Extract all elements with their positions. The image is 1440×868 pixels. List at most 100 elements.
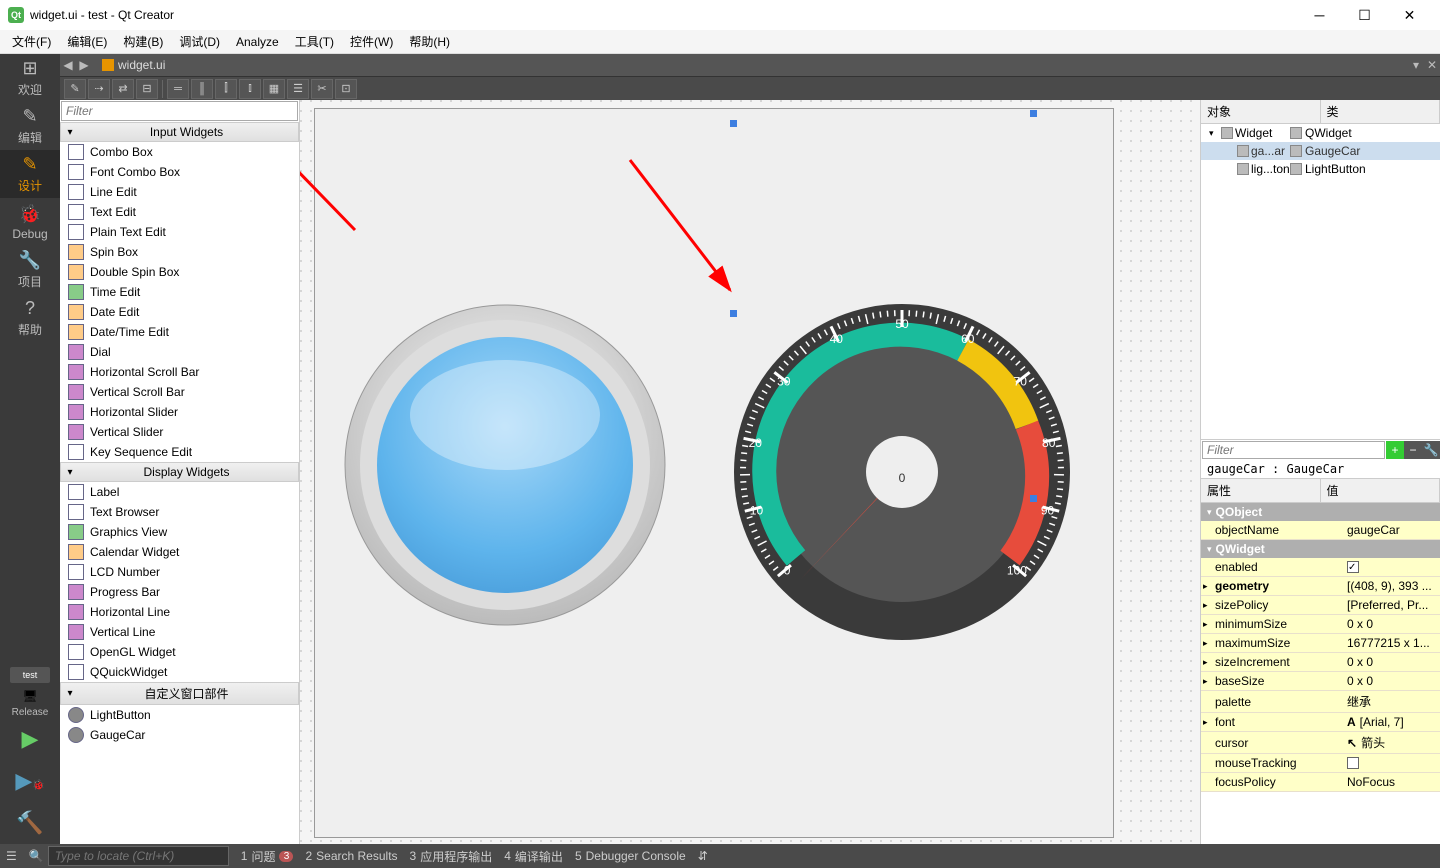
tab-widget-ui[interactable]: widget.ui — [92, 56, 175, 74]
maximize-button[interactable]: ☐ — [1342, 0, 1387, 30]
widgetbox-group-header[interactable]: ▾自定义窗口部件 — [60, 682, 299, 705]
widgetbox-item[interactable]: Graphics View — [60, 522, 299, 542]
widgetbox-item[interactable]: Font Combo Box — [60, 162, 299, 182]
target-badge[interactable]: test — [10, 667, 50, 683]
widgetbox-item[interactable]: Key Sequence Edit — [60, 442, 299, 462]
lightbutton-widget[interactable] — [340, 300, 670, 630]
break-button[interactable]: ✂ — [311, 79, 333, 99]
hsplit-button[interactable]: ⫿ — [215, 79, 237, 99]
grid-button[interactable]: ▦ — [263, 79, 285, 99]
status-pane-3[interactable]: 3 应用程序输出 — [410, 848, 493, 865]
widgetbox-item[interactable]: Vertical Slider — [60, 422, 299, 442]
widgetbox-item[interactable]: Line Edit — [60, 182, 299, 202]
property-row[interactable]: objectNamegaugeCar — [1201, 521, 1440, 540]
widgetbox-item[interactable]: Spin Box — [60, 242, 299, 262]
widgetbox-group-header[interactable]: ▾Input Widgets — [60, 122, 299, 142]
menu-widgets[interactable]: 控件(W) — [342, 30, 401, 53]
edit-buddies-button[interactable]: ⇄ — [112, 79, 134, 99]
run-button[interactable]: ▶ — [0, 718, 60, 760]
mode-Debug[interactable]: 🐞Debug — [0, 198, 60, 246]
object-row[interactable]: ga...arGaugeCar — [1201, 142, 1440, 160]
menu-tools[interactable]: 工具(T) — [287, 30, 342, 53]
widgetbox-item[interactable]: LCD Number — [60, 562, 299, 582]
object-row[interactable]: ▾WidgetQWidget — [1201, 124, 1440, 142]
close-button[interactable]: ✕ — [1387, 0, 1432, 30]
status-pane-2[interactable]: 2 Search Results — [305, 848, 397, 865]
vsplit-button[interactable]: ⫾ — [239, 79, 261, 99]
widgetbox-item[interactable]: OpenGL Widget — [60, 642, 299, 662]
widgetbox-item[interactable]: LightButton — [60, 705, 299, 725]
edit-widgets-button[interactable]: ✎ — [64, 79, 86, 99]
menu-debug[interactable]: 调试(D) — [171, 30, 228, 53]
vlayout-button[interactable]: ║ — [191, 79, 213, 99]
checkbox[interactable] — [1347, 757, 1359, 769]
widgetbox-item[interactable]: Vertical Line — [60, 622, 299, 642]
widgetbox-item[interactable]: Plain Text Edit — [60, 222, 299, 242]
property-row[interactable]: enabled — [1201, 558, 1440, 577]
tab-prev[interactable]: ◀ — [60, 58, 76, 72]
sel-handle[interactable] — [730, 310, 737, 317]
design-canvas[interactable]: 0102030405060708090100 0 — [300, 100, 1200, 844]
mode-项目[interactable]: 🔧项目 — [0, 246, 60, 294]
widgetbox-item[interactable]: Text Browser — [60, 502, 299, 522]
property-row[interactable]: ▸maximumSize16777215 x 1... — [1201, 634, 1440, 653]
sel-handle[interactable] — [730, 120, 737, 127]
widgetbox-group-header[interactable]: ▾Display Widgets — [60, 462, 299, 482]
mode-帮助[interactable]: ?帮助 — [0, 294, 60, 342]
hlayout-button[interactable]: ═ — [167, 79, 189, 99]
property-row[interactable]: palette继承 — [1201, 691, 1440, 713]
widgetbox-item[interactable]: GaugeCar — [60, 725, 299, 745]
tab-dropdown[interactable]: ▾ — [1408, 58, 1424, 72]
build-button[interactable]: 🔨 — [0, 802, 60, 844]
minimize-button[interactable]: ─ — [1297, 0, 1342, 30]
menu-build[interactable]: 构建(B) — [115, 30, 171, 53]
adjust-button[interactable]: ⊡ — [335, 79, 357, 99]
menu-help[interactable]: 帮助(H) — [401, 30, 458, 53]
widgetbox-item[interactable]: Date/Time Edit — [60, 322, 299, 342]
widgetbox-item[interactable]: Horizontal Slider — [60, 402, 299, 422]
output-toggle-icon[interactable]: ☰ — [6, 849, 17, 863]
status-pane-1[interactable]: 1 问题 3 — [241, 848, 294, 865]
property-row[interactable]: ▸fontA [Arial, 7] — [1201, 713, 1440, 732]
form-button[interactable]: ☰ — [287, 79, 309, 99]
property-filter[interactable] — [1202, 441, 1385, 459]
add-property-button[interactable]: + — [1386, 441, 1404, 459]
tab-close[interactable]: ✕ — [1424, 58, 1440, 72]
property-row[interactable]: ▸sizePolicy[Preferred, Pr... — [1201, 596, 1440, 615]
widgetbox-list[interactable]: ▾Input WidgetsCombo BoxFont Combo BoxLin… — [60, 122, 299, 844]
menu-file[interactable]: 文件(F) — [4, 30, 59, 53]
widgetbox-item[interactable]: Date Edit — [60, 302, 299, 322]
widgetbox-item[interactable]: Progress Bar — [60, 582, 299, 602]
sel-handle[interactable] — [1030, 110, 1037, 117]
mode-设计[interactable]: ✎设计 — [0, 150, 60, 198]
property-editor[interactable]: + − 🔧 gaugeCar : GaugeCar 属性 值 ▾ QObject… — [1201, 440, 1440, 844]
property-row[interactable]: ▸minimumSize0 x 0 — [1201, 615, 1440, 634]
checkbox[interactable] — [1347, 561, 1359, 573]
mode-欢迎[interactable]: ⊞欢迎 — [0, 54, 60, 102]
property-menu-button[interactable]: 🔧 — [1422, 441, 1440, 459]
tab-next[interactable]: ▶ — [76, 58, 92, 72]
property-row[interactable]: mouseTracking — [1201, 754, 1440, 773]
property-group[interactable]: ▾ QObject — [1201, 503, 1440, 521]
status-menu[interactable]: ⇵ — [698, 849, 708, 863]
property-row[interactable]: focusPolicyNoFocus — [1201, 773, 1440, 792]
widgetbox-item[interactable]: Vertical Scroll Bar — [60, 382, 299, 402]
widgetbox-item[interactable]: Horizontal Scroll Bar — [60, 362, 299, 382]
locator-input[interactable] — [48, 846, 229, 866]
property-row[interactable]: ▸baseSize0 x 0 — [1201, 672, 1440, 691]
object-row[interactable]: lig...tonLightButton — [1201, 160, 1440, 178]
widgetbox-item[interactable]: Horizontal Line — [60, 602, 299, 622]
object-inspector[interactable]: 对象 类 ▾WidgetQWidgetga...arGaugeCarlig...… — [1201, 100, 1440, 440]
widgetbox-item[interactable]: QQuickWidget — [60, 662, 299, 682]
property-row[interactable]: cursor↖ 箭头 — [1201, 732, 1440, 754]
widgetbox-item[interactable]: Calendar Widget — [60, 542, 299, 562]
property-row[interactable]: ▸geometry[(408, 9), 393 ... — [1201, 577, 1440, 596]
widgetbox-item[interactable]: Time Edit — [60, 282, 299, 302]
status-pane-4[interactable]: 4 编译输出 — [504, 848, 563, 865]
remove-property-button[interactable]: − — [1404, 441, 1422, 459]
widgetbox-item[interactable]: Label — [60, 482, 299, 502]
mode-编辑[interactable]: ✎编辑 — [0, 102, 60, 150]
menu-analyze[interactable]: Analyze — [228, 32, 287, 52]
widgetbox-item[interactable]: Double Spin Box — [60, 262, 299, 282]
status-pane-5[interactable]: 5 Debugger Console — [575, 848, 686, 865]
